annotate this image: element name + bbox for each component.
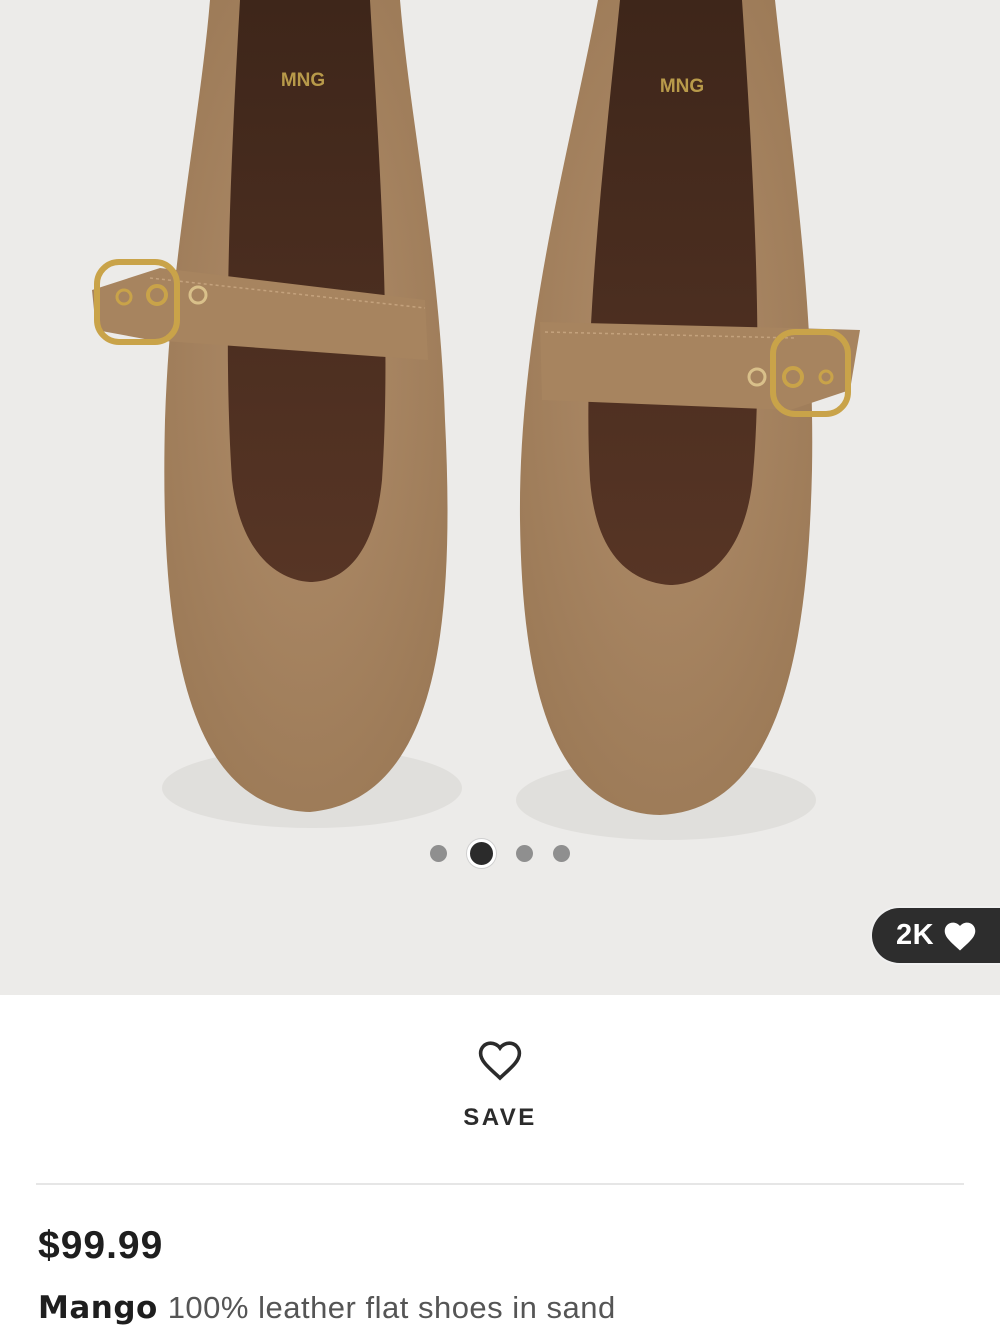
divider xyxy=(36,1183,964,1185)
carousel-pagination xyxy=(0,838,1000,868)
product-image-gallery[interactable]: MNG MNG 2K xyxy=(0,0,1000,995)
carousel-dot-3[interactable] xyxy=(516,844,533,862)
carousel-dot-4[interactable] xyxy=(553,844,570,862)
svg-text:MNG: MNG xyxy=(660,76,704,97)
product-title[interactable]: Mango 100% leather flat shoes in sand xyxy=(38,1290,616,1326)
product-brand[interactable]: Mango xyxy=(38,1290,158,1326)
likes-badge[interactable]: 2K xyxy=(870,906,1000,965)
save-label: SAVE xyxy=(463,1104,537,1131)
carousel-dot-2-active[interactable] xyxy=(467,838,496,868)
save-button[interactable]: SAVE xyxy=(0,1038,1000,1132)
heart-outline-icon xyxy=(478,1041,522,1081)
logo-text: MNG xyxy=(281,70,325,91)
heart-filled-icon xyxy=(944,922,976,951)
carousel-dot-1[interactable] xyxy=(430,844,447,862)
product-name: 100% leather flat shoes in sand xyxy=(167,1290,616,1325)
likes-count: 2K xyxy=(896,919,935,951)
product-price: $99.99 xyxy=(38,1224,164,1267)
